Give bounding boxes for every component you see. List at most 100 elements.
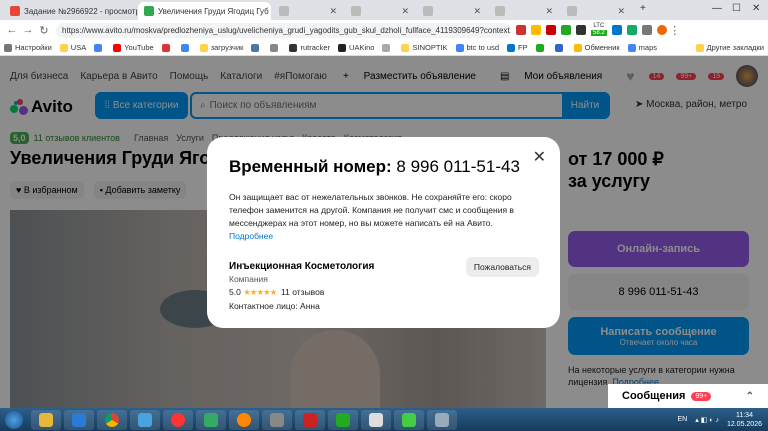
extension-icon[interactable] (561, 25, 571, 35)
windows-taskbar: EN ▴ ◧ ◐ ♪ 11:34 12.05.2026 (0, 408, 768, 431)
more-link[interactable]: Подробнее (229, 231, 273, 241)
folder-icon (39, 412, 53, 427)
puzzle-icon[interactable] (641, 25, 652, 35)
close-icon[interactable]: ✕ (541, 6, 553, 17)
windows-logo-icon (5, 410, 23, 429)
other-bookmarks[interactable]: Другие закладки (695, 43, 764, 52)
reload-icon[interactable]: ↻ (36, 24, 52, 37)
ltc-extension[interactable]: LTC 58.2 (591, 23, 607, 37)
taskbar-app[interactable] (262, 409, 292, 430)
favicon-icon (10, 6, 20, 16)
modal-title: Временный номер: 8 996 011-51-43 (229, 157, 520, 176)
forward-icon[interactable]: → (20, 24, 36, 36)
bookmark-item[interactable]: btc to usd (455, 43, 499, 52)
yandex-icon (171, 412, 185, 427)
url-field[interactable]: https://www.avito.ru/moskva/predlozheniy… (56, 22, 511, 38)
tab-4[interactable]: ✕ (345, 2, 415, 20)
favicon-icon (279, 6, 289, 16)
bookmark-icon[interactable] (554, 43, 566, 52)
extension-icon[interactable] (611, 25, 622, 35)
close-icon[interactable]: ✕ (397, 6, 409, 17)
company-rating: 5.0 ★★★★★ 11 отзывов (229, 287, 325, 297)
bookmark-icon-gmail[interactable] (161, 43, 173, 52)
taskbar-explorer[interactable] (31, 409, 61, 430)
bookmark-item[interactable]: maps (627, 43, 657, 52)
close-icon[interactable]: ✕ (613, 6, 625, 17)
bookmark-icon-google[interactable] (180, 43, 192, 52)
app-icon (336, 412, 350, 427)
taskbar-chrome[interactable] (97, 409, 127, 430)
taskbar-app[interactable] (427, 409, 457, 430)
tray-icons[interactable]: ▴ ◧ ◐ ♪ (695, 416, 719, 424)
bookmark-item[interactable]: Обменник (573, 43, 620, 52)
extension-icon[interactable] (516, 25, 526, 35)
system-tray: EN ▴ ◧ ◐ ♪ 11:34 12.05.2026 (678, 411, 768, 429)
close-icon[interactable]: ✕ (469, 6, 481, 17)
bookmark-item[interactable]: Настройки (4, 43, 52, 52)
bookmark-item[interactable]: YouTube (113, 43, 154, 52)
extension-icon[interactable] (626, 25, 637, 35)
messages-count-badge: 99+ (691, 391, 712, 401)
extension-icon[interactable] (576, 25, 586, 35)
tab-7[interactable]: ✕ (561, 2, 631, 20)
bookmark-item[interactable]: rutracker (289, 43, 330, 52)
play-icon (237, 412, 251, 427)
back-icon[interactable]: ← (4, 24, 20, 36)
bookmark-item[interactable]: загрузчик (199, 43, 243, 52)
complain-button[interactable]: Пожаловаться (465, 257, 539, 277)
bookmark-icon[interactable] (270, 43, 281, 52)
taskbar-yandex[interactable] (163, 409, 193, 430)
close-window-icon[interactable]: ✕ (752, 3, 760, 14)
favicon-icon (423, 6, 433, 16)
taskbar-app[interactable] (328, 409, 358, 430)
app-icon (369, 412, 383, 427)
browser-tab-bar: Задание №2966922 - просмотр з✕ Увеличени… (0, 0, 768, 20)
company-reviews[interactable]: 11 отзывов (281, 287, 324, 297)
stars-icon: ★★★★★ (243, 287, 277, 297)
bookmark-item[interactable]: UAKino (338, 43, 374, 52)
minimize-icon[interactable]: — (712, 3, 722, 14)
bookmark-icon-google[interactable] (94, 43, 105, 52)
favicon-icon (567, 6, 577, 16)
profile-avatar[interactable] (656, 25, 667, 35)
clock[interactable]: 11:34 12.05.2026 (727, 411, 762, 429)
taskbar-aida[interactable] (295, 409, 325, 430)
messages-widget[interactable]: Сообщения 99+ ⌃ (608, 384, 768, 408)
language-indicator[interactable]: EN (678, 416, 688, 423)
star-icon[interactable] (531, 25, 541, 35)
taskbar-media[interactable] (229, 409, 259, 430)
bookmark-icon[interactable] (382, 43, 393, 52)
contact-person: Контактное лицо: Анна (229, 301, 320, 311)
extension-icon[interactable] (546, 25, 556, 35)
maximize-icon[interactable]: ☐ (732, 3, 741, 14)
start-button[interactable] (0, 409, 28, 431)
taskbar-app[interactable] (394, 409, 424, 430)
address-bar: ← → ↻ https://www.avito.ru/moskva/predlo… (0, 20, 768, 40)
favicon-icon (495, 6, 505, 16)
aida-icon (303, 412, 317, 427)
bookmark-item[interactable]: SINOPTIK (401, 43, 448, 52)
chevron-up-icon: ⌃ (745, 390, 754, 402)
close-icon[interactable]: ✕ (533, 147, 546, 167)
menu-icon[interactable]: ⋮ (667, 24, 683, 37)
app-icon (270, 412, 284, 427)
bookmark-item[interactable]: USA (59, 43, 86, 52)
taskbar-app[interactable] (361, 409, 391, 430)
new-tab-icon[interactable]: + (640, 3, 646, 14)
close-icon[interactable]: ✕ (325, 6, 337, 17)
bookmark-icon[interactable] (535, 43, 547, 52)
app-icon (72, 412, 86, 427)
bookmark-item[interactable]: FP (507, 43, 528, 52)
temporary-number-modal: Временный номер: 8 996 011-51-43 ✕ Он за… (207, 137, 560, 328)
tab-avito[interactable]: Увеличения Груди Ягодиц Губ Ск✕ (138, 2, 271, 20)
modal-description: Он защищает вас от нежелательных звонков… (229, 192, 514, 241)
bookmark-icon-vk[interactable] (251, 43, 262, 52)
taskbar-app[interactable] (64, 409, 94, 430)
app-icon (402, 412, 416, 427)
taskbar-app[interactable] (196, 409, 226, 430)
tab-3[interactable]: ✕ (273, 2, 343, 20)
taskbar-app[interactable] (130, 409, 160, 430)
tab-task[interactable]: Задание №2966922 - просмотр з✕ (4, 2, 137, 20)
tab-6[interactable]: ✕ (489, 2, 559, 20)
tab-5[interactable]: ✕ (417, 2, 487, 20)
